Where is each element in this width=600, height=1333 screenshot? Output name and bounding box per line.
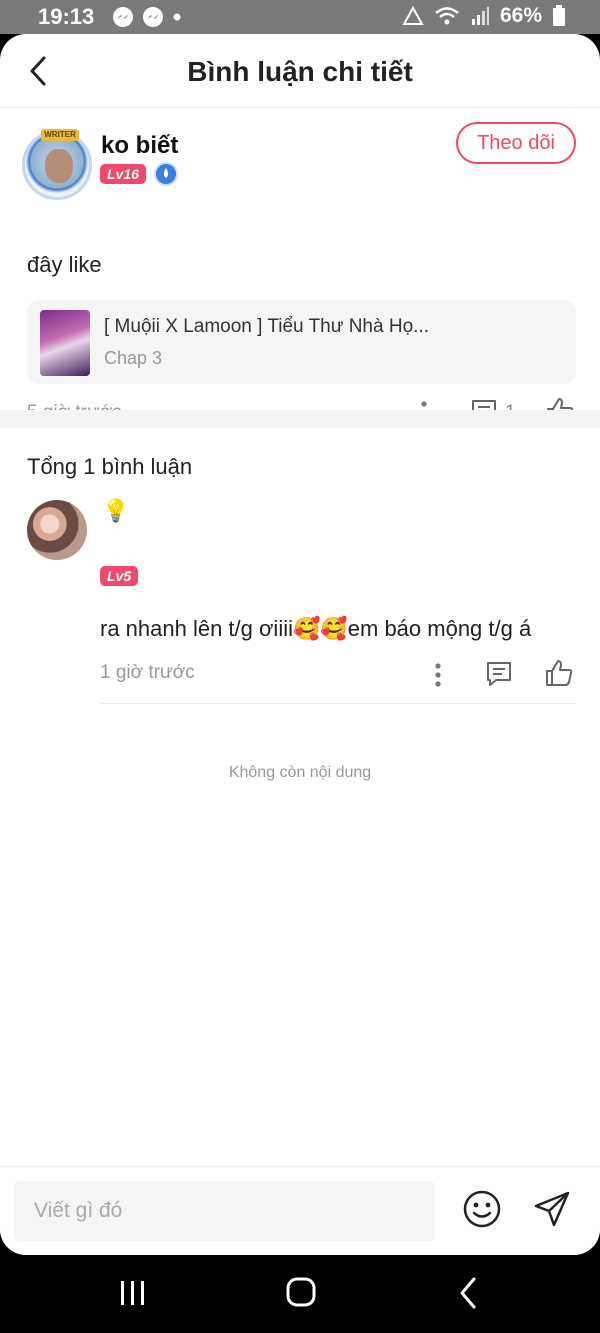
reply-icon[interactable] xyxy=(485,660,513,688)
status-bar: 19:13 66% xyxy=(0,0,600,34)
story-cover xyxy=(40,310,90,376)
avatar[interactable] xyxy=(27,500,87,560)
reply-text: ra nhanh lên t/g ơiiii🥰🥰em báo mộng t/g … xyxy=(100,616,532,641)
story-card[interactable]: [ Muộii X Lamoon ] Tiểu Thư Nhà Họ... Ch… xyxy=(27,300,576,384)
messenger-icon xyxy=(113,7,133,27)
section-divider xyxy=(0,410,600,428)
level-badge: Lv16 xyxy=(100,164,146,184)
composer-bar xyxy=(0,1166,600,1255)
avatar[interactable]: WRITER xyxy=(22,129,92,200)
emoji-icon[interactable] xyxy=(462,1189,502,1229)
more-icon[interactable] xyxy=(434,662,442,688)
data-saver-icon xyxy=(402,6,424,25)
status-time: 19:13 xyxy=(38,4,95,29)
recent-apps-icon[interactable] xyxy=(113,1275,153,1311)
notification-icons xyxy=(112,6,182,28)
story-title: [ Muộii X Lamoon ] Tiểu Thư Nhà Họ... xyxy=(104,316,429,337)
comment-input[interactable] xyxy=(14,1181,435,1241)
home-icon[interactable] xyxy=(281,1275,321,1311)
comment-text: đây like xyxy=(27,252,102,277)
system-icons: 66% xyxy=(402,4,566,28)
header: Bình luận chi tiết xyxy=(0,34,600,108)
wifi-icon xyxy=(435,7,459,25)
follow-button[interactable]: Theo dõi xyxy=(456,122,576,164)
end-of-content: Không còn nội dung xyxy=(228,764,372,781)
page-title: Bình luận chi tiết xyxy=(187,56,413,87)
battery-icon xyxy=(553,5,565,26)
navigation-bar xyxy=(0,1255,600,1333)
signal-icon xyxy=(471,7,489,25)
total-comments: Tổng 1 bình luận xyxy=(27,454,193,479)
divider xyxy=(100,703,576,704)
reply-meta: 1 giờ trước xyxy=(100,660,576,690)
dot-icon xyxy=(173,13,181,21)
avatar-face xyxy=(45,149,73,183)
writer-frame-icon: WRITER xyxy=(41,129,79,141)
nav-back-icon[interactable] xyxy=(450,1275,490,1311)
level-badge: Lv5 xyxy=(100,566,139,586)
send-icon[interactable] xyxy=(532,1189,572,1229)
water-drop-icon xyxy=(154,162,178,186)
reply-time: 1 giờ trước xyxy=(100,662,195,683)
main-comment: WRITER ko biết Lv16 Theo dõi đây like [ … xyxy=(0,108,600,425)
messenger-icon xyxy=(143,7,163,27)
like-icon[interactable] xyxy=(544,658,574,688)
battery-percent: 66% xyxy=(499,4,542,27)
story-chapter: Chap 3 xyxy=(104,348,163,368)
author-name[interactable]: ko biết xyxy=(101,132,178,160)
lightbulb-icon: 💡 xyxy=(102,498,130,523)
comment-detail-screen: Bình luận chi tiết WRITER ko biết Lv16 T… xyxy=(0,34,600,1255)
